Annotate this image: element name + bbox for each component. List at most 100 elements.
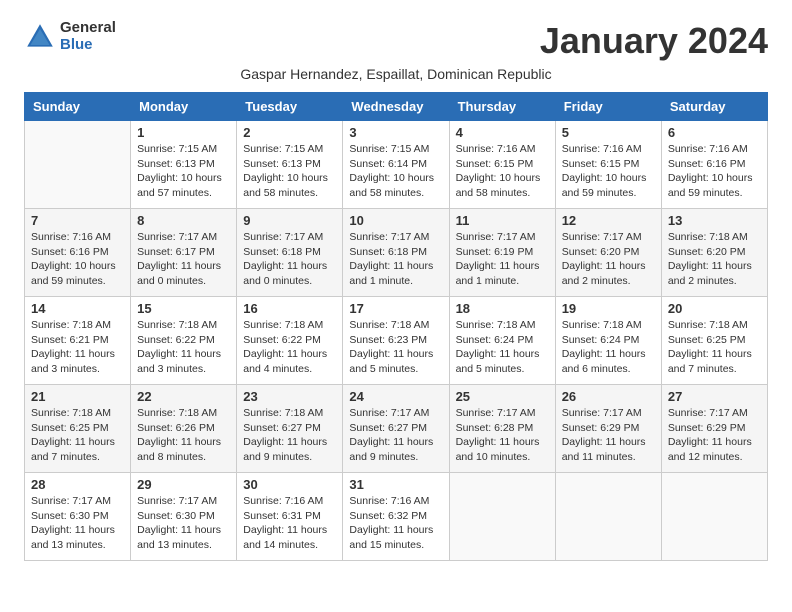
day-number: 11 <box>456 213 549 228</box>
cell-w2-d4: 10 Sunrise: 7:17 AM Sunset: 6:18 PM Dayli… <box>343 209 449 297</box>
day-number: 8 <box>137 213 230 228</box>
cell-w1-d3: 2 Sunrise: 7:15 AM Sunset: 6:13 PM Daylig… <box>237 121 343 209</box>
day-info: Sunrise: 7:16 AM Sunset: 6:31 PM Dayligh… <box>243 494 336 553</box>
cell-w4-d1: 21 Sunrise: 7:18 AM Sunset: 6:25 PM Dayli… <box>25 385 131 473</box>
cell-w1-d5: 4 Sunrise: 7:16 AM Sunset: 6:15 PM Daylig… <box>449 121 555 209</box>
day-number: 29 <box>137 477 230 492</box>
logo: General Blue <box>24 20 116 53</box>
day-number: 9 <box>243 213 336 228</box>
day-number: 20 <box>668 301 761 316</box>
day-info: Sunrise: 7:18 AM Sunset: 6:22 PM Dayligh… <box>137 318 230 377</box>
cell-w5-d6 <box>555 473 661 561</box>
day-info: Sunrise: 7:17 AM Sunset: 6:30 PM Dayligh… <box>137 494 230 553</box>
day-number: 12 <box>562 213 655 228</box>
cell-w5-d4: 31 Sunrise: 7:16 AM Sunset: 6:32 PM Dayli… <box>343 473 449 561</box>
day-info: Sunrise: 7:18 AM Sunset: 6:27 PM Dayligh… <box>243 406 336 465</box>
cell-w3-d4: 17Sunrise: 7:18 AM Sunset: 6:23 PM Dayli… <box>343 297 449 385</box>
day-info: Sunrise: 7:18 AM Sunset: 6:24 PM Dayligh… <box>562 318 655 377</box>
week-row-4: 21 Sunrise: 7:18 AM Sunset: 6:25 PM Dayli… <box>25 385 768 473</box>
cell-w5-d2: 29 Sunrise: 7:17 AM Sunset: 6:30 PM Dayli… <box>131 473 237 561</box>
header-sunday: Sunday <box>25 93 131 121</box>
cell-w3-d3: 16 Sunrise: 7:18 AM Sunset: 6:22 PM Dayli… <box>237 297 343 385</box>
day-info: Sunrise: 7:18 AM Sunset: 6:25 PM Dayligh… <box>668 318 761 377</box>
day-number: 4 <box>456 125 549 140</box>
day-info: Sunrise: 7:17 AM Sunset: 6:18 PM Dayligh… <box>349 230 442 289</box>
day-info: Sunrise: 7:15 AM Sunset: 6:13 PM Dayligh… <box>243 142 336 201</box>
day-info: Sunrise: 7:17 AM Sunset: 6:28 PM Dayligh… <box>456 406 549 465</box>
header-tuesday: Tuesday <box>237 93 343 121</box>
cell-w1-d4: 3Sunrise: 7:15 AM Sunset: 6:14 PM Daylig… <box>343 121 449 209</box>
day-info: Sunrise: 7:16 AM Sunset: 6:16 PM Dayligh… <box>668 142 761 201</box>
day-info: Sunrise: 7:15 AM Sunset: 6:13 PM Dayligh… <box>137 142 230 201</box>
week-row-2: 7Sunrise: 7:16 AM Sunset: 6:16 PM Daylig… <box>25 209 768 297</box>
day-info: Sunrise: 7:18 AM Sunset: 6:26 PM Dayligh… <box>137 406 230 465</box>
cell-w3-d2: 15Sunrise: 7:18 AM Sunset: 6:22 PM Dayli… <box>131 297 237 385</box>
cell-w2-d2: 8 Sunrise: 7:17 AM Sunset: 6:17 PM Daylig… <box>131 209 237 297</box>
cell-w2-d1: 7Sunrise: 7:16 AM Sunset: 6:16 PM Daylig… <box>25 209 131 297</box>
month-title: January 2024 <box>540 20 768 62</box>
day-number: 25 <box>456 389 549 404</box>
logo-text: General Blue <box>60 20 116 53</box>
day-info: Sunrise: 7:17 AM Sunset: 6:27 PM Dayligh… <box>349 406 442 465</box>
day-number: 16 <box>243 301 336 316</box>
day-info: Sunrise: 7:17 AM Sunset: 6:20 PM Dayligh… <box>562 230 655 289</box>
day-info: Sunrise: 7:18 AM Sunset: 6:21 PM Dayligh… <box>31 318 124 377</box>
cell-w3-d6: 19Sunrise: 7:18 AM Sunset: 6:24 PM Dayli… <box>555 297 661 385</box>
day-info: Sunrise: 7:17 AM Sunset: 6:30 PM Dayligh… <box>31 494 124 553</box>
cell-w1-d2: 1 Sunrise: 7:15 AM Sunset: 6:13 PM Daylig… <box>131 121 237 209</box>
cell-w5-d5 <box>449 473 555 561</box>
day-number: 10 <box>349 213 442 228</box>
day-info: Sunrise: 7:16 AM Sunset: 6:16 PM Dayligh… <box>31 230 124 289</box>
day-number: 28 <box>31 477 124 492</box>
cell-w2-d7: 13Sunrise: 7:18 AM Sunset: 6:20 PM Dayli… <box>661 209 767 297</box>
day-number: 23 <box>243 389 336 404</box>
day-number: 21 <box>31 389 124 404</box>
cell-w2-d6: 12 Sunrise: 7:17 AM Sunset: 6:20 PM Dayli… <box>555 209 661 297</box>
cell-w4-d3: 23 Sunrise: 7:18 AM Sunset: 6:27 PM Dayli… <box>237 385 343 473</box>
day-info: Sunrise: 7:18 AM Sunset: 6:22 PM Dayligh… <box>243 318 336 377</box>
day-info: Sunrise: 7:17 AM Sunset: 6:29 PM Dayligh… <box>562 406 655 465</box>
cell-w1-d6: 5 Sunrise: 7:16 AM Sunset: 6:15 PM Daylig… <box>555 121 661 209</box>
week-row-3: 14 Sunrise: 7:18 AM Sunset: 6:21 PM Dayli… <box>25 297 768 385</box>
cell-w3-d5: 18Sunrise: 7:18 AM Sunset: 6:24 PM Dayli… <box>449 297 555 385</box>
cell-w5-d1: 28 Sunrise: 7:17 AM Sunset: 6:30 PM Dayli… <box>25 473 131 561</box>
cell-w1-d1 <box>25 121 131 209</box>
cell-w4-d6: 26 Sunrise: 7:17 AM Sunset: 6:29 PM Dayli… <box>555 385 661 473</box>
day-number: 3 <box>349 125 442 140</box>
page-header: General Blue January 2024 <box>24 20 768 62</box>
day-number: 18 <box>456 301 549 316</box>
cell-w4-d4: 24Sunrise: 7:17 AM Sunset: 6:27 PM Dayli… <box>343 385 449 473</box>
cell-w4-d5: 25 Sunrise: 7:17 AM Sunset: 6:28 PM Dayli… <box>449 385 555 473</box>
header-wednesday: Wednesday <box>343 93 449 121</box>
cell-w3-d1: 14 Sunrise: 7:18 AM Sunset: 6:21 PM Dayli… <box>25 297 131 385</box>
day-number: 1 <box>137 125 230 140</box>
week-row-1: 1 Sunrise: 7:15 AM Sunset: 6:13 PM Daylig… <box>25 121 768 209</box>
cell-w2-d3: 9 Sunrise: 7:17 AM Sunset: 6:18 PM Daylig… <box>237 209 343 297</box>
cell-w1-d7: 6 Sunrise: 7:16 AM Sunset: 6:16 PM Daylig… <box>661 121 767 209</box>
day-info: Sunrise: 7:16 AM Sunset: 6:15 PM Dayligh… <box>562 142 655 201</box>
day-info: Sunrise: 7:17 AM Sunset: 6:19 PM Dayligh… <box>456 230 549 289</box>
day-info: Sunrise: 7:16 AM Sunset: 6:32 PM Dayligh… <box>349 494 442 553</box>
day-number: 2 <box>243 125 336 140</box>
cell-w5-d7 <box>661 473 767 561</box>
calendar-table: Sunday Monday Tuesday Wednesday Thursday… <box>24 92 768 561</box>
title-section: January 2024 <box>540 20 768 62</box>
logo-general: General <box>60 20 116 37</box>
day-info: Sunrise: 7:17 AM Sunset: 6:18 PM Dayligh… <box>243 230 336 289</box>
day-info: Sunrise: 7:16 AM Sunset: 6:15 PM Dayligh… <box>456 142 549 201</box>
cell-w4-d2: 22 Sunrise: 7:18 AM Sunset: 6:26 PM Dayli… <box>131 385 237 473</box>
day-info: Sunrise: 7:17 AM Sunset: 6:17 PM Dayligh… <box>137 230 230 289</box>
day-number: 5 <box>562 125 655 140</box>
header-thursday: Thursday <box>449 93 555 121</box>
day-number: 14 <box>31 301 124 316</box>
day-number: 26 <box>562 389 655 404</box>
day-number: 22 <box>137 389 230 404</box>
header-row: Sunday Monday Tuesday Wednesday Thursday… <box>25 93 768 121</box>
subtitle: Gaspar Hernandez, Espaillat, Dominican R… <box>24 66 768 82</box>
day-info: Sunrise: 7:18 AM Sunset: 6:25 PM Dayligh… <box>31 406 124 465</box>
day-number: 31 <box>349 477 442 492</box>
day-number: 6 <box>668 125 761 140</box>
cell-w3-d7: 20 Sunrise: 7:18 AM Sunset: 6:25 PM Dayli… <box>661 297 767 385</box>
header-friday: Friday <box>555 93 661 121</box>
day-info: Sunrise: 7:18 AM Sunset: 6:20 PM Dayligh… <box>668 230 761 289</box>
